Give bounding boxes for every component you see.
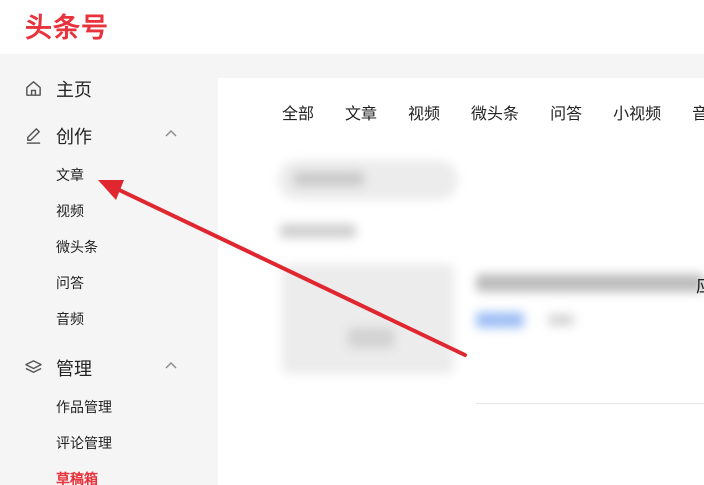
sidebar-item-video[interactable]: 视频 xyxy=(56,201,84,221)
content-type-tabs: 全部 文章 视频 微头条 问答 小视频 音 xyxy=(282,100,704,124)
cropped-edge-text: 应 xyxy=(696,272,704,298)
sidebar-group-manage-label: 管理 xyxy=(56,359,92,380)
blurred-meta-tag xyxy=(548,314,574,326)
blurred-thumbnail-label xyxy=(348,328,394,348)
sidebar-group-create[interactable]: 创作 xyxy=(0,117,218,153)
home-icon xyxy=(26,81,41,96)
tab-audio[interactable]: 音 xyxy=(692,100,704,124)
chevron-up-icon[interactable] xyxy=(164,127,178,141)
pen-icon xyxy=(26,128,41,144)
tab-qa[interactable]: 问答 xyxy=(550,100,582,124)
tab-article[interactable]: 文章 xyxy=(345,100,377,124)
sidebar-item-home-label: 主页 xyxy=(56,80,92,101)
blurred-count-text xyxy=(280,224,356,238)
tab-all[interactable]: 全部 xyxy=(282,100,314,124)
sidebar-item-comments-manage[interactable]: 评论管理 xyxy=(56,433,112,453)
sidebar-item-micro-post[interactable]: 微头条 xyxy=(56,237,98,257)
blurred-thumbnail xyxy=(282,264,454,374)
blurred-filter-text xyxy=(294,172,364,186)
tab-short-video[interactable]: 小视频 xyxy=(613,100,661,124)
toutiao-logo[interactable]: 头条号 xyxy=(25,6,109,45)
sidebar-group-manage[interactable]: 管理 xyxy=(0,349,218,385)
sidebar-item-audio[interactable]: 音频 xyxy=(56,309,84,329)
sidebar-group-create-label: 创作 xyxy=(56,127,92,148)
sidebar-item-works-manage[interactable]: 作品管理 xyxy=(56,397,112,417)
sidebar-item-drafts[interactable]: 草稿箱 xyxy=(56,469,98,485)
tab-video[interactable]: 视频 xyxy=(408,100,440,124)
chevron-up-icon[interactable] xyxy=(164,359,178,373)
layers-icon xyxy=(25,360,42,373)
blurred-item-title xyxy=(476,274,704,292)
sidebar-item-qa[interactable]: 问答 xyxy=(56,273,84,293)
blurred-status-tag xyxy=(476,312,524,328)
sidebar-item-article[interactable]: 文章 xyxy=(56,165,84,185)
tab-micro-post[interactable]: 微头条 xyxy=(471,100,519,124)
main-content: 全部 文章 视频 微头条 问答 小视频 音 应 xyxy=(218,78,704,485)
sidebar-item-home[interactable]: 主页 xyxy=(0,70,218,106)
top-header: 头条号 xyxy=(0,0,704,54)
item-divider xyxy=(476,403,704,404)
sidebar: 主页 创作 文章 视频 微头条 问答 音频 管理 作品管理 评论管理 草稿箱 xyxy=(0,54,218,485)
